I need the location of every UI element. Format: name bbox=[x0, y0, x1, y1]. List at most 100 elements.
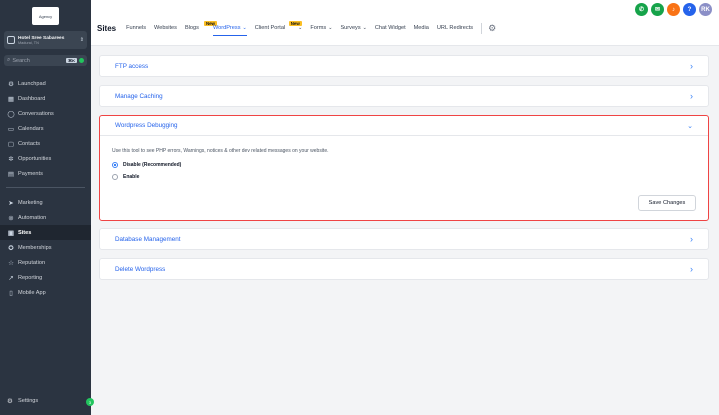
mobile-icon: ▯ bbox=[9, 289, 13, 297]
chevron-right-icon[interactable]: › bbox=[690, 61, 693, 71]
sidebar-item-contacts[interactable]: ▢ Contacts bbox=[0, 136, 91, 151]
tab-label: Surveys bbox=[340, 25, 361, 31]
tab-blogs[interactable]: Blogs New bbox=[184, 20, 217, 36]
chevron-right-icon[interactable]: › bbox=[690, 234, 693, 244]
radio-label: Enable bbox=[123, 174, 140, 180]
page-title: Sites bbox=[97, 23, 117, 33]
save-changes-button[interactable]: Save Changes bbox=[638, 195, 696, 211]
sidebar-item-label: Mobile App bbox=[18, 289, 46, 296]
quick-action-icon[interactable] bbox=[79, 58, 84, 63]
card-title: Manage Caching bbox=[115, 92, 163, 100]
phone-icon[interactable]: ✆ bbox=[635, 3, 648, 16]
send-icon: ➤ bbox=[8, 199, 14, 207]
card-ftp-access[interactable]: FTP access › bbox=[99, 55, 709, 77]
tab-websites[interactable]: Websites bbox=[154, 20, 177, 36]
tab-media[interactable]: Media bbox=[414, 20, 429, 36]
sidebar-item-label: Reporting bbox=[18, 274, 43, 281]
sidebar-item-conversations[interactable]: ◯ Conversations bbox=[0, 106, 91, 121]
sidebar-item-calendars[interactable]: ▭ Calendars bbox=[0, 121, 91, 136]
tab-label: Forms bbox=[310, 25, 327, 31]
sidebar-item-mobile-app[interactable]: ▯ Mobile App bbox=[0, 285, 91, 300]
tab-label: Chat Widget bbox=[374, 25, 406, 31]
search-placeholder: Search bbox=[12, 57, 30, 64]
gear-icon: ⚙ bbox=[7, 398, 13, 405]
reporting-icon: ↗ bbox=[8, 274, 14, 282]
tab-surveys[interactable]: Surveys ⌄ bbox=[340, 20, 366, 36]
megaphone-icon[interactable]: ✉ bbox=[651, 3, 664, 16]
sidebar-item-reporting[interactable]: ↗ Reporting bbox=[0, 270, 91, 285]
sites-tabs: Sites Funnels Websites Blogs New WordPre… bbox=[97, 20, 496, 36]
search-input[interactable]: ⌕ Search ⌘K bbox=[4, 55, 87, 66]
avatar[interactable]: RK bbox=[699, 3, 712, 16]
card-manage-caching[interactable]: Manage Caching › bbox=[99, 85, 709, 107]
memberships-icon: ✪ bbox=[8, 244, 14, 252]
sidebar-item-opportunities[interactable]: ✲ Opportunities bbox=[0, 151, 91, 166]
tab-label: Funnels bbox=[126, 25, 147, 31]
debugging-description: Use this tool to see PHP errors, Warning… bbox=[112, 148, 329, 154]
tab-label: Websites bbox=[154, 25, 177, 31]
location-switcher[interactable]: Hotel Sree Sabarees Madurai, TN ⇕ bbox=[4, 31, 87, 49]
chevron-right-icon[interactable]: › bbox=[690, 264, 693, 274]
card-database-management[interactable]: Database Management › bbox=[99, 228, 709, 250]
opportunities-icon: ✲ bbox=[8, 155, 14, 163]
tab-wordpress[interactable]: WordPress ⌄ bbox=[212, 20, 247, 36]
search-shortcut: ⌘K bbox=[66, 58, 77, 63]
sidebar-item-label: Memberships bbox=[18, 244, 52, 251]
card-delete-wordpress[interactable]: Delete Wordpress › bbox=[99, 258, 709, 280]
sidebar-item-payments[interactable]: ▤ Payments bbox=[0, 166, 91, 181]
building-icon bbox=[7, 36, 15, 44]
chevron-down-icon[interactable]: ⌄ bbox=[687, 122, 693, 130]
sidebar-item-sites[interactable]: ▣ Sites bbox=[0, 225, 91, 240]
notification-badge[interactable]: 3 bbox=[86, 398, 94, 406]
chevron-down-icon: ⌄ bbox=[242, 24, 247, 31]
sites-icon: ▣ bbox=[7, 229, 15, 237]
card-title: Delete Wordpress bbox=[115, 265, 166, 273]
radio-button[interactable] bbox=[112, 174, 118, 180]
tab-forms[interactable]: Forms ⌄ bbox=[310, 20, 332, 36]
sidebar-item-marketing[interactable]: ➤ Marketing bbox=[0, 195, 91, 210]
chevron-down-icon: ⌄ bbox=[328, 25, 333, 31]
tab-label: Client Portal bbox=[254, 25, 286, 31]
radio-button-checked[interactable] bbox=[112, 162, 118, 168]
sidebar-nav-primary: ⚙ Launchpad ▦ Dashboard ◯ Conversations ▭ Ca… bbox=[0, 76, 91, 181]
payments-icon: ▤ bbox=[7, 170, 15, 178]
chevron-right-icon[interactable]: › bbox=[690, 91, 693, 101]
sidebar-item-label: Marketing bbox=[18, 199, 43, 206]
tab-funnels[interactable]: Funnels bbox=[126, 20, 146, 36]
top-bar: ✆ ✉ ♪ ? RK Sites Funnels Websites Blogs … bbox=[91, 0, 719, 46]
search-icon: ⌕ bbox=[7, 57, 11, 63]
sidebar-item-automation[interactable]: ⊚ Automation bbox=[0, 210, 91, 225]
card-wordpress-debugging: Wordpress Debugging ⌄ Use this tool to s… bbox=[99, 115, 709, 221]
sidebar-item-memberships[interactable]: ✪ Memberships bbox=[0, 240, 91, 255]
radio-enable[interactable]: Enable bbox=[112, 174, 139, 180]
gear-icon[interactable]: ⚙ bbox=[488, 23, 496, 34]
sidebar-item-label: Dashboard bbox=[18, 95, 46, 102]
tab-label: URL Redirects bbox=[436, 25, 474, 31]
sidebar-item-reputation[interactable]: ☆ Reputation bbox=[0, 255, 91, 270]
tab-client-portal[interactable]: Client Portal New ⌄ bbox=[254, 20, 302, 36]
sidebar-item-dashboard[interactable]: ▦ Dashboard bbox=[0, 91, 91, 106]
card-title: FTP access bbox=[115, 62, 149, 70]
contacts-icon: ▢ bbox=[7, 140, 15, 148]
tab-label: Blogs bbox=[184, 25, 199, 31]
tab-chat-widget[interactable]: Chat Widget bbox=[375, 20, 406, 36]
tab-url-redirects[interactable]: URL Redirects bbox=[437, 20, 473, 36]
header-actions: ✆ ✉ ♪ ? RK bbox=[635, 3, 712, 16]
help-icon[interactable]: ? bbox=[683, 3, 696, 16]
automation-icon: ⊚ bbox=[8, 214, 14, 222]
sidebar-item-label: Conversations bbox=[18, 110, 54, 117]
sidebar-item-label: Reputation bbox=[18, 259, 46, 266]
sidebar-nav-secondary: ➤ Marketing ⊚ Automation ▣ Sites ✪ Membershi… bbox=[0, 195, 91, 300]
location-address: Madurai, TN bbox=[18, 40, 39, 45]
radio-disable[interactable]: Disable (Recommended) bbox=[112, 162, 181, 168]
chat-icon: ◯ bbox=[7, 110, 15, 118]
bell-icon[interactable]: ♪ bbox=[667, 3, 680, 16]
sidebar-item-launchpad[interactable]: ⚙ Launchpad bbox=[0, 76, 91, 91]
sidebar-item-settings[interactable]: ⚙ Settings bbox=[0, 394, 91, 408]
agency-logo[interactable]: Agency bbox=[32, 7, 59, 25]
card-header[interactable]: Wordpress Debugging ⌄ bbox=[100, 116, 708, 136]
sidebar-divider bbox=[6, 187, 85, 188]
tab-divider bbox=[481, 22, 483, 34]
tab-label: Media bbox=[413, 25, 429, 31]
card-title: Wordpress Debugging bbox=[115, 122, 178, 129]
